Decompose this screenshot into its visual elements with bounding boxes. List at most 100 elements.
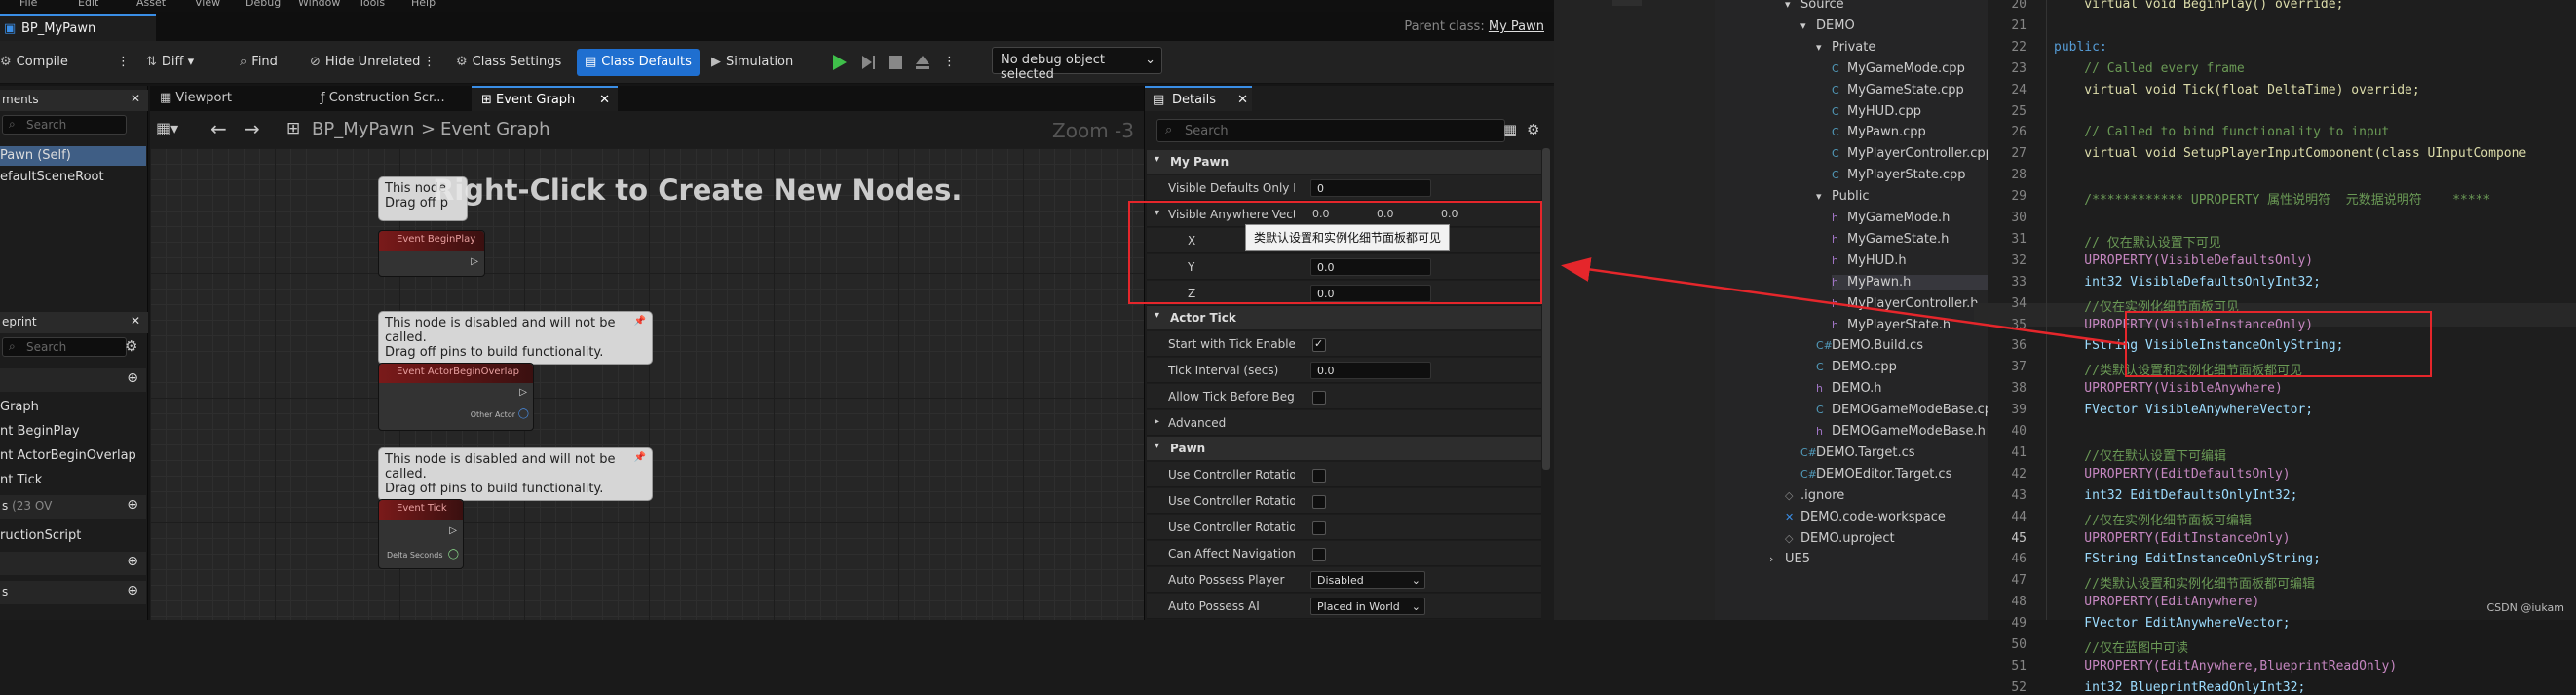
find-button[interactable]: ⌕ Find bbox=[240, 49, 278, 76]
other-actor-pin[interactable]: Other Actor bbox=[471, 410, 515, 419]
graph-event-graph[interactable]: Graph bbox=[0, 398, 146, 417]
explorer-folder[interactable]: ▾ Private bbox=[1816, 40, 1875, 55]
view-options-icon[interactable]: ▦▾ bbox=[156, 119, 178, 137]
window-control-icon[interactable] bbox=[1612, 0, 1642, 6]
use-controller-rotation-pitch-checkbox[interactable] bbox=[1312, 469, 1326, 483]
pin-icon[interactable]: 📌 bbox=[634, 314, 646, 328]
explorer-file[interactable]: ✕ DEMO.code-workspace bbox=[1785, 510, 1946, 524]
explorer-file[interactable]: h MyHUD.h bbox=[1832, 253, 1907, 268]
explorer-file[interactable]: h MyGameMode.h bbox=[1832, 211, 1950, 225]
auto-possess-ai-dropdown[interactable]: Placed in World ⌄ bbox=[1310, 598, 1425, 615]
play-options-icon[interactable]: ⋮ bbox=[943, 49, 956, 76]
float-pin-icon[interactable]: ◯ bbox=[448, 549, 459, 560]
allow-tick-checkbox[interactable] bbox=[1312, 391, 1326, 405]
explorer-file[interactable]: ◇ .ignore bbox=[1785, 488, 1844, 503]
explorer-folder[interactable]: ▾ Public bbox=[1816, 189, 1869, 204]
menu-file[interactable]: File bbox=[19, 0, 37, 9]
menu-edit[interactable]: Edit bbox=[78, 0, 98, 9]
explorer-file[interactable]: C MyPawn.cpp bbox=[1832, 125, 1926, 139]
event-actorbeginoverlap-item[interactable]: nt ActorBeginOverlap bbox=[0, 446, 146, 466]
details-search-input[interactable]: ⌕ Search bbox=[1156, 119, 1505, 142]
add-icon[interactable]: ⊕ bbox=[127, 370, 138, 386]
explorer-file[interactable]: C MyGameState.cpp bbox=[1832, 83, 1964, 97]
macros-section[interactable]: ⊕ bbox=[0, 552, 146, 575]
table-view-icon[interactable]: ▦ bbox=[1503, 121, 1517, 138]
tab-viewport[interactable]: ▦ Viewport bbox=[150, 86, 311, 111]
close-icon[interactable]: ✕ bbox=[131, 92, 140, 105]
can-affect-navigation-checkbox[interactable] bbox=[1312, 548, 1326, 561]
gear-icon[interactable]: ⚙ bbox=[1527, 121, 1539, 138]
event-graph-canvas[interactable]: This node Drag off p Right-Click to Creat… bbox=[150, 148, 1144, 620]
back-icon[interactable]: ← bbox=[210, 117, 227, 140]
add-icon[interactable]: ⊕ bbox=[127, 554, 138, 569]
exec-pin-icon[interactable]: ▷ bbox=[519, 387, 527, 398]
delta-seconds-pin[interactable]: Delta Seconds bbox=[387, 551, 443, 560]
category-actor-tick[interactable]: ▾ Actor Tick bbox=[1147, 306, 1541, 329]
add-icon[interactable]: ⊕ bbox=[127, 497, 138, 513]
class-settings-button[interactable]: ⚙ Class Settings bbox=[456, 49, 561, 76]
component-defaultsceneroot[interactable]: efaultSceneRoot bbox=[0, 168, 146, 187]
explorer-file[interactable]: h DEMOGameModeBase.h bbox=[1816, 424, 1986, 439]
object-pin-icon[interactable]: ◯ bbox=[518, 408, 529, 419]
event-tick-item[interactable]: nt Tick bbox=[0, 471, 146, 490]
category-my-pawn[interactable]: ▾ My Pawn bbox=[1147, 150, 1541, 174]
explorer-file[interactable]: C#DEMO.Target.cs bbox=[1800, 445, 1915, 460]
close-icon[interactable]: ✕ bbox=[131, 314, 140, 328]
menu-debug[interactable]: Debug bbox=[246, 0, 281, 9]
category-pawn[interactable]: ▾ Pawn bbox=[1147, 437, 1541, 460]
explorer-file[interactable]: C#DEMOEditor.Target.cs bbox=[1800, 467, 1951, 482]
breadcrumb-root[interactable]: BP_MyPawn bbox=[312, 119, 415, 139]
parent-class-link[interactable]: My Pawn bbox=[1489, 19, 1544, 34]
details-scrollbar[interactable] bbox=[1542, 148, 1550, 470]
explorer-file[interactable]: C MyHUD.cpp bbox=[1832, 104, 1921, 119]
component-self[interactable]: Pawn (Self) bbox=[0, 146, 146, 166]
close-icon[interactable]: ✕ bbox=[599, 93, 610, 107]
stop-icon[interactable] bbox=[887, 54, 904, 71]
menu-tools[interactable]: Tools bbox=[359, 0, 385, 9]
explorer-file[interactable]: C MyGameMode.cpp bbox=[1832, 61, 1965, 76]
tab-event-graph[interactable]: ⊞ Event Graph ✕ bbox=[472, 86, 618, 111]
components-search-input[interactable]: ⌕ Search bbox=[2, 115, 127, 135]
variables-section[interactable]: s (23 OV ⊕ bbox=[0, 495, 146, 519]
tab-details[interactable]: ▤ Details ✕ bbox=[1145, 86, 1252, 111]
code-editor[interactable]: 20 virtual void BeginPlay() override; 21 2… bbox=[1974, 0, 2576, 695]
explorer-file[interactable]: C MyPlayerController.cpp bbox=[1832, 146, 1993, 161]
explorer-file[interactable]: h DEMO.h bbox=[1816, 381, 1882, 396]
menu-window[interactable]: Window bbox=[298, 0, 340, 9]
tab-bp-mypawn[interactable]: ▣ BP_MyPawn bbox=[0, 14, 156, 41]
explorer-file[interactable]: h MyGameState.h bbox=[1832, 232, 1949, 247]
start-tick-enabled-checkbox[interactable]: ✓ bbox=[1312, 337, 1326, 352]
simulation-button[interactable]: ▶ Simulation bbox=[711, 49, 793, 76]
use-controller-rotation-yaw-checkbox[interactable] bbox=[1312, 495, 1326, 509]
menu-asset[interactable]: Asset bbox=[136, 0, 166, 9]
dispatchers-section[interactable]: s ⊕ bbox=[0, 581, 146, 604]
eject-icon[interactable] bbox=[914, 54, 931, 71]
menu-view[interactable]: View bbox=[195, 0, 220, 9]
tick-interval-input[interactable]: 0.0 bbox=[1310, 362, 1431, 379]
explorer-file[interactable]: h MyPlayerController.h bbox=[1832, 296, 1979, 311]
explorer-folder[interactable]: ▾ DEMO bbox=[1800, 19, 1855, 33]
explorer-file[interactable]: C DEMO.cpp bbox=[1816, 360, 1897, 374]
gear-icon[interactable]: ⚙ bbox=[125, 337, 137, 355]
hide-unrelated-button[interactable]: ⊘ Hide Unrelated bbox=[310, 49, 420, 76]
explorer-file[interactable]: C MyPlayerState.cpp bbox=[1832, 168, 1966, 182]
explorer-file[interactable]: ◇ DEMO.uproject bbox=[1785, 531, 1895, 546]
event-actorbeginoverlap-node[interactable]: Event ActorBeginOverlap ▷ Other Actor ◯ bbox=[378, 363, 534, 431]
event-beginplay-item[interactable]: nt BeginPlay bbox=[0, 422, 146, 442]
auto-possess-player-dropdown[interactable]: Disabled ⌄ bbox=[1310, 571, 1425, 589]
blueprint-search-input[interactable]: ⌕ Search bbox=[2, 337, 127, 357]
advanced-row[interactable]: ▸ Advanced bbox=[1147, 410, 1541, 436]
menu-help[interactable]: Help bbox=[411, 0, 436, 9]
step-icon[interactable] bbox=[859, 54, 877, 71]
compile-button[interactable]: ⚙ Compile bbox=[0, 49, 68, 76]
use-controller-rotation-roll-checkbox[interactable] bbox=[1312, 521, 1326, 535]
more-options-icon[interactable]: ⋮ bbox=[423, 49, 436, 76]
tab-construction-script[interactable]: ƒ Construction Scr... bbox=[311, 86, 467, 111]
diff-button[interactable]: ⇅ Diff ▾ bbox=[146, 49, 194, 76]
debug-object-select[interactable]: No debug object selected ⌄ bbox=[992, 47, 1162, 82]
explorer-file[interactable]: C#DEMO.Build.cs bbox=[1816, 338, 1923, 353]
graphs-section[interactable]: ⊕ bbox=[0, 368, 146, 392]
exec-pin-icon[interactable]: ▷ bbox=[471, 256, 478, 267]
play-icon[interactable] bbox=[830, 54, 848, 71]
compile-options-icon[interactable]: ⋮ bbox=[117, 49, 130, 76]
